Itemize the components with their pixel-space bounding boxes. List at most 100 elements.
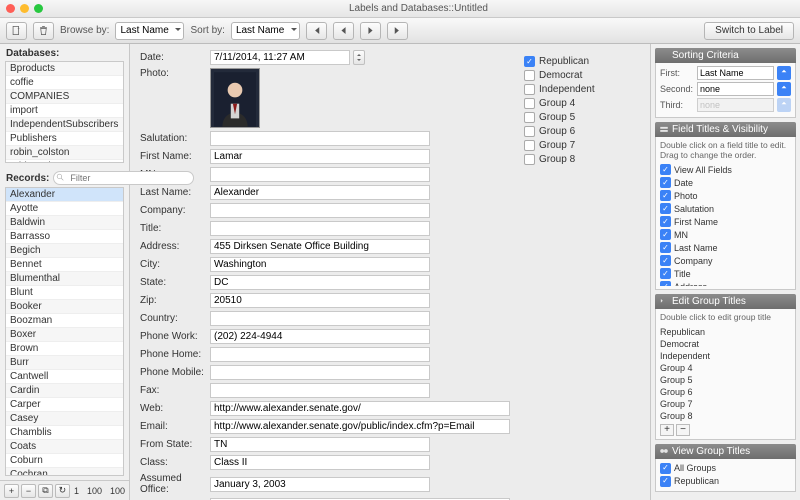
field-checkbox[interactable] xyxy=(660,203,671,214)
field-row[interactable]: Title xyxy=(660,267,791,280)
field-checkbox[interactable] xyxy=(660,177,671,188)
group-checkbox[interactable] xyxy=(524,140,535,151)
record-item[interactable]: Blumenthal xyxy=(6,272,123,286)
group-checkbox[interactable] xyxy=(524,56,535,67)
record-item[interactable]: Barrasso xyxy=(6,230,123,244)
field-row[interactable]: Date xyxy=(660,176,791,189)
phonework-field[interactable] xyxy=(210,329,430,344)
group-title-item[interactable]: Group 7 xyxy=(660,398,791,410)
record-item[interactable]: Begich xyxy=(6,244,123,258)
group-checkbox[interactable] xyxy=(524,84,535,95)
country-field[interactable] xyxy=(210,311,430,326)
record-item[interactable]: Ayotte xyxy=(6,202,123,216)
record-item[interactable]: Casey xyxy=(6,412,123,426)
group-checkbox[interactable] xyxy=(524,98,535,109)
group-checkbox[interactable] xyxy=(524,154,535,165)
sort-second-dir[interactable] xyxy=(777,82,791,96)
record-item[interactable]: Bennet xyxy=(6,258,123,272)
city-field[interactable] xyxy=(210,257,430,272)
records-filter-input[interactable] xyxy=(53,171,194,185)
company-field[interactable] xyxy=(210,203,430,218)
remove-group-button[interactable]: − xyxy=(676,424,690,436)
record-item[interactable]: Cochran xyxy=(6,468,123,476)
group-titles-list[interactable]: RepublicanDemocratIndependentGroup 4Grou… xyxy=(660,326,791,422)
delete-record-button[interactable] xyxy=(33,22,54,40)
record-item[interactable]: Burr xyxy=(6,356,123,370)
field-checkbox[interactable] xyxy=(660,268,671,279)
class-field[interactable] xyxy=(210,455,430,470)
group-checkbox[interactable] xyxy=(524,126,535,137)
record-item[interactable]: Alexander xyxy=(6,188,123,202)
assumed-field[interactable] xyxy=(210,477,430,492)
state-field[interactable] xyxy=(210,275,430,290)
lastname-field[interactable] xyxy=(210,185,430,200)
date-field[interactable] xyxy=(210,50,350,65)
sort-first-select[interactable]: Last Name xyxy=(697,66,774,80)
field-row[interactable]: Salutation xyxy=(660,202,791,215)
record-item[interactable]: Boozman xyxy=(6,314,123,328)
zoom-icon[interactable] xyxy=(34,4,43,13)
view-group-checkbox[interactable] xyxy=(660,476,671,487)
group-title-item[interactable]: Democrat xyxy=(660,338,791,350)
minimize-icon[interactable] xyxy=(20,4,29,13)
view-all-checkbox[interactable] xyxy=(660,164,671,175)
sort-by-select[interactable]: Last Name xyxy=(231,22,300,40)
email-field[interactable] xyxy=(210,419,510,434)
record-item[interactable]: Baldwin xyxy=(6,216,123,230)
phonehome-field[interactable] xyxy=(210,347,430,362)
photo-thumbnail[interactable] xyxy=(210,68,260,128)
title-field[interactable] xyxy=(210,221,430,236)
record-item[interactable]: Cardin xyxy=(6,384,123,398)
prev-record-button[interactable] xyxy=(333,22,354,40)
all-groups-checkbox[interactable] xyxy=(660,463,671,474)
field-checkbox[interactable] xyxy=(660,242,671,253)
new-record-button[interactable]: + xyxy=(6,22,27,40)
database-item[interactable]: COMPANIES xyxy=(6,90,123,104)
database-item[interactable]: robin_colston_2 xyxy=(6,160,123,163)
field-row[interactable]: MN xyxy=(660,228,791,241)
database-item[interactable]: import xyxy=(6,104,123,118)
sort-first-dir[interactable] xyxy=(777,66,791,80)
next-record-button[interactable] xyxy=(360,22,381,40)
record-item[interactable]: Coats xyxy=(6,440,123,454)
browse-by-select[interactable]: Last Name xyxy=(115,22,184,40)
record-item[interactable]: Cantwell xyxy=(6,370,123,384)
date-stepper[interactable] xyxy=(353,50,365,65)
duplicate-record-button[interactable]: ⧉ xyxy=(38,484,53,498)
database-item[interactable]: IndependentSubscribers xyxy=(6,118,123,132)
field-checkbox[interactable] xyxy=(660,190,671,201)
last-record-button[interactable] xyxy=(387,22,408,40)
group-title-item[interactable]: Group 8 xyxy=(660,410,791,422)
record-item[interactable]: Booker xyxy=(6,300,123,314)
field-checkbox[interactable] xyxy=(660,255,671,266)
fax-field[interactable] xyxy=(210,383,430,398)
close-icon[interactable] xyxy=(6,4,15,13)
group-checkbox[interactable] xyxy=(524,70,535,81)
record-item[interactable]: Brown xyxy=(6,342,123,356)
record-item[interactable]: Blunt xyxy=(6,286,123,300)
databases-list[interactable]: BproductscoffieCOMPANIESimportIndependen… xyxy=(5,61,124,163)
phonemobile-field[interactable] xyxy=(210,365,430,380)
group-title-item[interactable]: Republican xyxy=(660,326,791,338)
field-row[interactable]: Address xyxy=(660,280,791,286)
group-title-item[interactable]: Independent xyxy=(660,350,791,362)
record-item[interactable]: Boxer xyxy=(6,328,123,342)
fields-list[interactable]: DatePhotoSalutationFirst NameMNLast Name… xyxy=(660,176,791,286)
first-record-button[interactable] xyxy=(306,22,327,40)
refresh-button[interactable]: ↻ xyxy=(55,484,70,498)
group-checkbox[interactable] xyxy=(524,112,535,123)
record-item[interactable]: Carper xyxy=(6,398,123,412)
web-field[interactable] xyxy=(210,401,510,416)
records-list[interactable]: AlexanderAyotteBaldwinBarrassoBegichBenn… xyxy=(5,187,124,476)
zip-field[interactable] xyxy=(210,293,430,308)
field-checkbox[interactable] xyxy=(660,281,671,286)
field-row[interactable]: First Name xyxy=(660,215,791,228)
field-checkbox[interactable] xyxy=(660,216,671,227)
field-row[interactable]: Last Name xyxy=(660,241,791,254)
database-item[interactable]: coffie xyxy=(6,76,123,90)
switch-to-label-button[interactable]: Switch to Label xyxy=(704,22,794,40)
group-title-item[interactable]: Group 5 xyxy=(660,374,791,386)
record-item[interactable]: Coburn xyxy=(6,454,123,468)
database-item[interactable]: Publishers xyxy=(6,132,123,146)
address-field[interactable] xyxy=(210,239,430,254)
